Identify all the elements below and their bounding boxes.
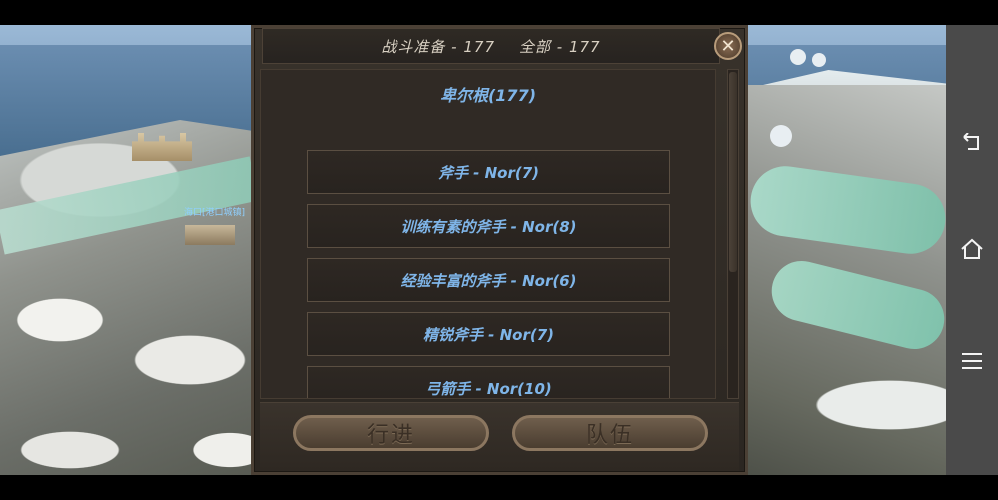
troop-label: 训练有素的斧手 - Nor(8) [400, 217, 577, 236]
troop-item[interactable]: 精锐斧手 - Nor(7) [307, 312, 670, 356]
troop-panel: 战斗准备 - 177 全部 - 177 ✕ 卑尔根(177) 斧手 - Nor(… [251, 25, 748, 475]
home-icon[interactable] [946, 231, 998, 267]
snowy-tree [790, 49, 806, 65]
castle[interactable] [132, 133, 192, 161]
march-label: 行进 [366, 423, 415, 448]
party-button[interactable]: 队伍 [512, 415, 708, 451]
snowy-tree [770, 125, 792, 147]
snowy-tree [812, 53, 826, 67]
system-nav-bar [946, 25, 998, 475]
action-bar: 行进 队伍 [260, 402, 739, 471]
menu-icon-svg [962, 353, 982, 369]
troop-label: 斧手 - Nor(7) [437, 163, 540, 182]
troop-label: 经验丰富的斧手 - Nor(6) [400, 271, 577, 290]
troop-list[interactable]: 卑尔根(177) 斧手 - Nor(7) 训练有素的斧手 - Nor(8) 经验… [260, 69, 716, 399]
troop-item[interactable]: 弓箭手 - Nor(10) [307, 366, 670, 398]
troop-label: 精锐斧手 - Nor(7) [422, 325, 555, 344]
menu-icon[interactable] [946, 343, 998, 379]
battle-ready-count: 战斗准备 - 177 [381, 37, 495, 56]
troop-item[interactable]: 经验丰富的斧手 - Nor(6) [307, 258, 670, 302]
home-icon-svg [961, 238, 983, 259]
close-button[interactable]: ✕ [714, 32, 742, 60]
march-button[interactable]: 行进 [293, 415, 489, 451]
troop-label: 弓箭手 - Nor(10) [425, 379, 552, 398]
troop-item[interactable]: 斧手 - Nor(7) [307, 150, 670, 194]
scroll-thumb[interactable] [729, 72, 737, 272]
town-label: 海口[港口城镇] [184, 208, 246, 218]
back-arrow-icon[interactable] [946, 125, 998, 161]
town[interactable] [185, 225, 235, 245]
back-arrow-icon-svg [963, 133, 979, 150]
troop-item[interactable]: 训练有素的斧手 - Nor(8) [307, 204, 670, 248]
list-scrollbar[interactable] [727, 69, 739, 399]
close-icon: ✕ [720, 35, 736, 57]
group-title: 卑尔根(177) [439, 86, 537, 105]
party-label: 队伍 [585, 423, 634, 448]
panel-header: 战斗准备 - 177 全部 - 177 [262, 28, 720, 64]
total-count: 全部 - 177 [519, 37, 601, 56]
